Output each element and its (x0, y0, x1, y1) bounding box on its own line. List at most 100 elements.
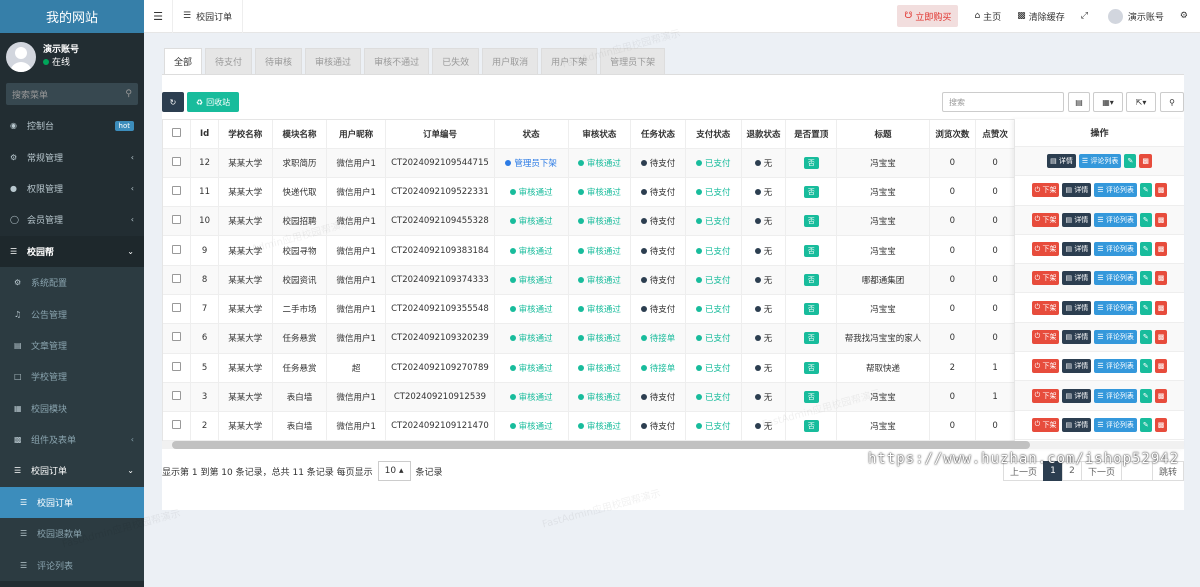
row-checkbox[interactable] (163, 177, 192, 208)
sidebar-item-comments[interactable]: ☰ 评论列表 (0, 549, 144, 581)
export-button[interactable]: ⇱▾ (1126, 92, 1156, 112)
edit-button[interactable]: ✎ (1139, 359, 1152, 374)
offline-button[interactable]: ⏻ 下架 (1031, 271, 1060, 286)
delete-button[interactable]: ▩ (1139, 154, 1152, 169)
edit-button[interactable]: ✎ (1139, 329, 1152, 344)
row-checkbox[interactable] (163, 382, 192, 413)
column-header[interactable]: 用户昵称 (326, 120, 387, 149)
offline-button[interactable]: ⏻ 下架 (1031, 300, 1060, 315)
edit-button[interactable]: ✎ (1139, 271, 1152, 286)
filter-tab[interactable]: 用户下架 (541, 48, 598, 74)
scrollbar-thumb[interactable] (172, 441, 1030, 449)
column-header[interactable]: 点赞次 (975, 120, 1016, 149)
delete-button[interactable]: ▩ (1154, 388, 1168, 403)
offline-button[interactable]: ⏻ 下架 (1031, 417, 1060, 432)
advanced-search-button[interactable]: ⚲ (1160, 92, 1184, 112)
row-checkbox[interactable] (163, 411, 192, 442)
filter-tab[interactable]: 已失效 (432, 48, 480, 74)
toggle-view-button[interactable]: ▤ (1068, 92, 1090, 112)
settings-icon[interactable]: ⚙ (1172, 11, 1200, 21)
edit-button[interactable]: ✎ (1124, 154, 1137, 169)
row-checkbox[interactable] (163, 265, 192, 295)
column-header[interactable]: 任务状态 (630, 120, 686, 149)
sidebar-item-orders-group[interactable]: ☰ 校园订单 ⌄ (0, 455, 144, 487)
sidebar-item-article[interactable]: ▤ 文章管理 (0, 329, 144, 362)
select-all-checkbox[interactable] (163, 120, 192, 149)
filter-tab[interactable]: 审核不通过 (364, 48, 430, 74)
edit-button[interactable]: ✎ (1139, 417, 1152, 432)
horizontal-scrollbar[interactable] (162, 441, 1184, 449)
sidebar-item-module[interactable]: ▦ 校园模块 (0, 392, 144, 424)
comments-button[interactable]: ☰ 评论列表 (1094, 242, 1137, 257)
page-size-select[interactable]: 10 ▴ (377, 461, 411, 481)
sidebar-item-orders[interactable]: ☰ 校园订单 (0, 486, 144, 519)
edit-button[interactable]: ✎ (1139, 212, 1152, 227)
column-header[interactable]: 模块名称 (272, 120, 328, 149)
detail-button[interactable]: ▤ 详情 (1062, 388, 1092, 403)
sidebar-item-notice[interactable]: ♫ 公告管理 (0, 298, 144, 330)
delete-button[interactable]: ▩ (1154, 242, 1168, 257)
comments-button[interactable]: ☰ 评论列表 (1094, 388, 1137, 403)
home-link[interactable]: ⌂ 主页 (966, 10, 1009, 23)
filter-tab[interactable]: 待支付 (205, 48, 253, 74)
detail-button[interactable]: ▤ 详情 (1062, 271, 1092, 286)
column-header[interactable]: 标题 (836, 120, 930, 149)
comments-button[interactable]: ☰ 评论列表 (1094, 329, 1137, 344)
column-header[interactable]: 是否置顶 (785, 120, 838, 149)
offline-button[interactable]: ⏻ 下架 (1031, 329, 1060, 344)
row-checkbox[interactable] (163, 294, 192, 325)
column-header[interactable]: 浏览次数 (929, 120, 976, 149)
row-checkbox[interactable] (163, 323, 192, 354)
offline-button[interactable]: ⏻ 下架 (1031, 388, 1060, 403)
row-checkbox[interactable] (163, 206, 192, 237)
column-header[interactable]: 退款状态 (741, 120, 787, 149)
comments-button[interactable]: ☰ 评论列表 (1094, 212, 1137, 227)
comments-button[interactable]: ☰ 评论列表 (1078, 154, 1122, 169)
sidebar-search-input[interactable]: 搜索菜单 ⚲ (6, 83, 138, 105)
row-checkbox[interactable] (163, 353, 192, 383)
sidebar-item-refunds[interactable]: ☰ 校园退款单 (0, 518, 144, 550)
column-header[interactable]: 学校名称 (218, 120, 273, 149)
detail-button[interactable]: ▤ 详情 (1062, 212, 1092, 227)
offline-button[interactable]: ⏻ 下架 (1031, 359, 1060, 374)
sidebar-item-general[interactable]: ⚙ 常规管理 ‹ (0, 141, 144, 172)
delete-button[interactable]: ▩ (1154, 417, 1168, 432)
clear-cache-button[interactable]: ▩ 清除缓存 (1009, 10, 1073, 23)
delete-button[interactable]: ▩ (1154, 329, 1168, 344)
row-checkbox[interactable] (163, 235, 192, 266)
filter-tab[interactable]: 管理员下架 (600, 48, 666, 74)
delete-button[interactable]: ▩ (1154, 359, 1168, 374)
comments-button[interactable]: ☰ 评论列表 (1094, 271, 1137, 286)
menu-toggle-icon[interactable]: ☰ (144, 10, 172, 23)
edit-button[interactable]: ✎ (1139, 300, 1152, 315)
offline-button[interactable]: ⏻ 下架 (1031, 242, 1060, 257)
sidebar-item-components[interactable]: ▩ 组件及表单 ‹ (0, 423, 144, 456)
comments-button[interactable]: ☰ 评论列表 (1094, 300, 1137, 315)
edit-button[interactable]: ✎ (1139, 388, 1152, 403)
column-header[interactable]: 订单编号 (385, 120, 495, 149)
sidebar-item-campus[interactable]: ☰ 校园帮 ⌄ (0, 235, 144, 267)
tab-campus-orders[interactable]: ☰ 校园订单 (172, 0, 244, 33)
detail-button[interactable]: ▤ 详情 (1062, 242, 1092, 257)
offline-button[interactable]: ⏻ 下架 (1031, 183, 1060, 198)
column-header[interactable]: 支付状态 (685, 120, 742, 149)
filter-tab[interactable]: 审核通过 (305, 48, 362, 74)
sidebar-item-system-config[interactable]: ⚙ 系统配置 (0, 266, 144, 299)
sidebar-item-dashboard[interactable]: ◉ 控制台 hot (0, 110, 144, 141)
delete-button[interactable]: ▩ (1154, 300, 1168, 315)
comments-button[interactable]: ☰ 评论列表 (1094, 183, 1137, 198)
detail-button[interactable]: ▤ 详情 (1047, 154, 1076, 169)
sidebar-item-school[interactable]: □ 学校管理 (0, 361, 144, 393)
comments-button[interactable]: ☰ 评论列表 (1094, 417, 1137, 432)
refresh-button[interactable]: ↻ (162, 92, 184, 112)
account-menu[interactable]: 演示账号 (1100, 8, 1172, 24)
filter-tab[interactable]: 用户取消 (482, 48, 539, 74)
delete-button[interactable]: ▩ (1154, 183, 1168, 198)
detail-button[interactable]: ▤ 详情 (1062, 417, 1092, 432)
detail-button[interactable]: ▤ 详情 (1062, 329, 1092, 344)
edit-button[interactable]: ✎ (1139, 242, 1152, 257)
search-input[interactable]: 搜索 (942, 92, 1064, 112)
fullscreen-icon[interactable]: ⤢ (1073, 11, 1096, 21)
detail-button[interactable]: ▤ 详情 (1062, 359, 1092, 374)
recycle-bin-button[interactable]: ♻ 回收站 (187, 92, 239, 112)
